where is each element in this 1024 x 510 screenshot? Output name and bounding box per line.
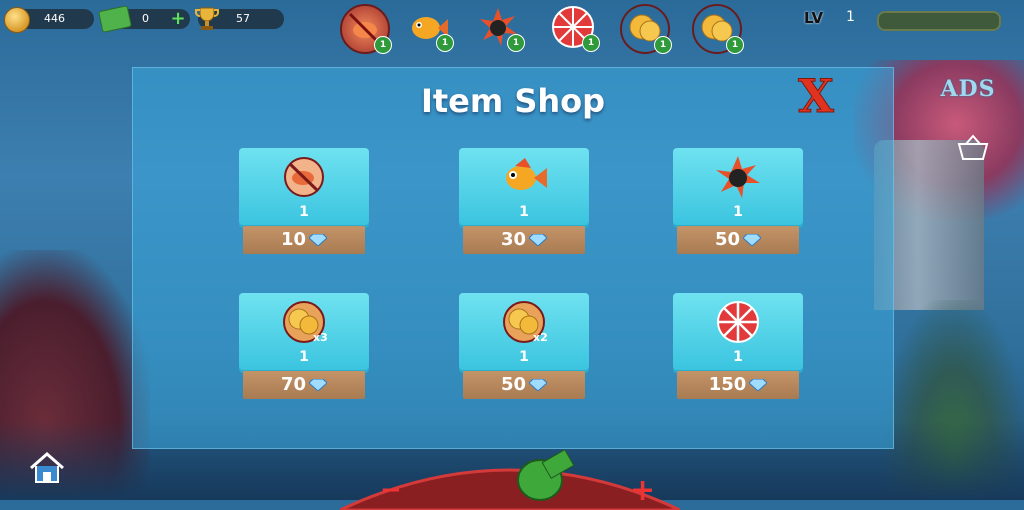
coin-x2-icon: x2 [503,301,548,344]
level-value: 1 [846,9,855,25]
cash-counter: 0 + [98,5,190,33]
item-price: 10 [280,229,307,250]
add-cash-button[interactable]: + [170,10,186,28]
item-quantity: 1 [733,204,743,220]
buy-price-button[interactable]: 50 [677,226,799,254]
shop-item-golden-fish[interactable]: 1 30 [459,148,589,260]
item-card-face: 1 [673,293,803,373]
gem-icon [529,234,548,246]
decrease-bet-button[interactable]: − [380,475,402,505]
powerup-slot-golden-fish[interactable]: 1 [404,4,454,52]
shop-item-coin-x2[interactable]: x2 1 50 [459,293,589,405]
shop-item-wheel[interactable]: 1 150 [673,293,803,405]
gem-icon [309,234,328,246]
item-price: 50 [714,229,741,250]
item-card-face: x2 1 [459,293,589,373]
trophy-counter: 57 [195,7,284,30]
no-fish-icon [284,157,324,197]
coin-counter: 446 [4,7,94,33]
close-button[interactable]: X [788,72,844,120]
item-card-face: 1 [239,148,369,228]
bomb-icon [716,156,760,198]
powerup-slot-wheel[interactable]: 1 [550,4,600,52]
gem-icon [749,379,768,391]
item-quantity: 1 [519,349,529,365]
cannon-control: − + [340,450,680,510]
increase-bet-button[interactable]: + [630,473,655,508]
cash-icon [98,5,132,33]
shop-item-bomb[interactable]: 1 50 [673,148,803,260]
level-progress-bar [877,11,1001,31]
powerup-slot-coin-x2[interactable]: 1 [620,4,672,54]
item-quantity: 1 [519,204,529,220]
gem-icon [743,234,762,246]
item-price: 30 [500,229,527,250]
basket-icon[interactable] [956,134,990,162]
svg-text:x3: x3 [313,331,328,344]
buy-price-button[interactable]: 30 [463,226,585,254]
buy-price-button[interactable]: 150 [677,371,799,399]
close-icon: X [798,72,834,120]
home-button[interactable] [28,450,66,486]
item-price: 50 [500,374,527,395]
item-card-face: x3 1 [239,293,369,373]
item-card-face: 1 [673,148,803,228]
gem-icon [529,379,548,391]
powerup-slot-bomb[interactable]: 1 [475,4,525,52]
powerup-slot-no-fish[interactable]: 1 [340,4,392,54]
coin-icon [4,7,30,33]
item-quantity: 1 [299,349,309,365]
wheel-icon [717,301,759,343]
item-price: 70 [280,374,307,395]
gem-icon [309,379,328,391]
shop-item-coin-x3[interactable]: x3 1 70 [239,293,369,405]
item-shop-panel: Item Shop X 1 10 1 30 1 50 x3 1 70 x2 1 … [132,67,894,449]
level-label: LV [804,9,824,27]
ads-button[interactable]: ADS [930,74,1006,104]
buy-price-button[interactable]: 50 [463,371,585,399]
item-quantity: 1 [299,204,309,220]
buy-price-button[interactable]: 10 [243,226,365,254]
buy-price-button[interactable]: 70 [243,371,365,399]
powerup-slot-coin-x3[interactable]: 1 [692,4,744,54]
coin-x3-icon: x3 [283,301,328,344]
item-price: 150 [708,374,747,395]
shop-title: Item Shop [420,82,606,120]
item-card-face: 1 [459,148,589,228]
trophy-icon [195,7,219,30]
item-quantity: 1 [733,349,743,365]
shop-item-no-fish[interactable]: 1 10 [239,148,369,260]
golden-fish-icon [506,158,547,190]
svg-text:x2: x2 [533,331,548,344]
